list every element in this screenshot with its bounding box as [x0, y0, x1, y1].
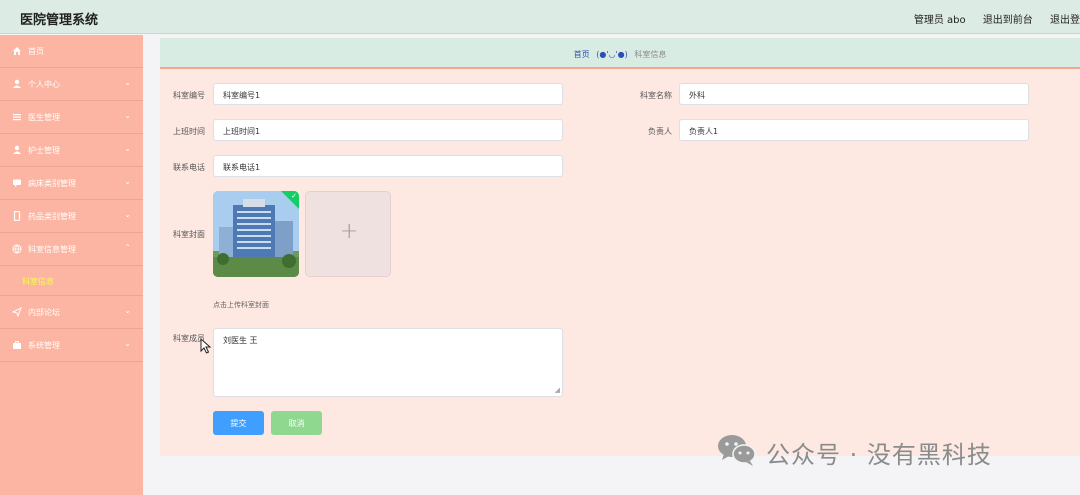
wechat-watermark: 公众号 · 没有黑科技	[716, 433, 991, 473]
plus-icon: +	[340, 219, 359, 244]
sidebar-subitem-dept-info[interactable]: 科室信息	[0, 266, 143, 296]
dept-no-input[interactable]: 科室编号1	[213, 83, 563, 105]
phone-label: 联系电话	[173, 163, 205, 172]
sidebar-item-home[interactable]: 首页	[0, 35, 143, 68]
sidebar-item-doctors[interactable]: 医生管理 ⌄	[0, 101, 143, 134]
watermark-text: 公众号 · 没有黑科技	[766, 441, 992, 469]
user-icon	[12, 79, 22, 89]
manager-input[interactable]: 负责人1	[679, 119, 1029, 141]
sidebar-item-nurses[interactable]: 护士管理 ⌄	[0, 134, 143, 167]
phone-input[interactable]: 联系电话1	[213, 155, 563, 177]
briefcase-icon	[12, 340, 22, 350]
resize-handle-icon[interactable]: ◢	[555, 386, 560, 394]
app-title: 医院管理系统	[20, 13, 99, 28]
sidebar-item-label: 首页	[28, 47, 44, 56]
chevron-down-icon: ⌄	[124, 111, 131, 120]
check-icon: ✓	[291, 192, 297, 200]
chevron-up-icon: ⌃	[124, 243, 131, 252]
members-textarea[interactable]: 刘医生 王 ◢	[213, 328, 563, 397]
sidebar-item-personal[interactable]: 个人中心 ⌄	[0, 68, 143, 101]
breadcrumb-current: 科室信息	[634, 50, 667, 59]
dept-name-label: 科室名称	[640, 91, 672, 100]
chevron-down-icon: ⌄	[124, 78, 131, 87]
upload-tip: 点击上传科室封面	[213, 301, 269, 309]
sidebar-item-label: 科室信息管理	[28, 245, 76, 254]
header-actions: 管理员 abo 退出到前台 退出登	[900, 11, 1080, 26]
chevron-down-icon: ⌄	[124, 306, 131, 315]
sidebar-item-dept-info[interactable]: 科室信息管理 ⌃	[0, 233, 143, 266]
sidebar: 首页 个人中心 ⌄ 医生管理 ⌄ 护士管理 ⌄ 病床类别管理 ⌄ 药品类别管理 …	[0, 35, 143, 495]
phone-icon	[12, 210, 22, 222]
cover-image-thumbnail[interactable]: ✓	[213, 191, 299, 277]
sidebar-item-label: 内部论坛	[28, 308, 60, 317]
chat-icon	[12, 178, 22, 188]
wechat-icon	[718, 435, 756, 466]
sidebar-item-label: 药品类别管理	[28, 212, 76, 221]
main-content: 首页 (●'◡'●) 科室信息 科室编号 科室编号1 科室名称 外科 上班时间 …	[160, 38, 1080, 456]
globe-icon	[12, 244, 22, 254]
sidebar-subitem-label: 科室信息	[22, 277, 54, 286]
chevron-down-icon: ⌄	[124, 144, 131, 153]
sidebar-item-system[interactable]: 系统管理 ⌄	[0, 329, 143, 362]
sidebar-item-label: 系统管理	[28, 341, 60, 350]
work-time-input[interactable]: 上班时间1	[213, 119, 563, 141]
breadcrumb: 首页 (●'◡'●) 科室信息	[160, 38, 1080, 69]
sidebar-item-label: 医生管理	[28, 113, 60, 122]
list-icon	[12, 112, 22, 122]
sidebar-item-label: 个人中心	[28, 80, 60, 89]
chevron-down-icon: ⌄	[124, 177, 131, 186]
sidebar-item-label: 护士管理	[28, 146, 60, 155]
sidebar-item-bed-category[interactable]: 病床类别管理 ⌄	[0, 167, 143, 200]
submit-button[interactable]: 提交	[213, 411, 264, 435]
work-time-label: 上班时间	[173, 127, 205, 136]
home-icon	[12, 46, 22, 56]
dept-name-input[interactable]: 外科	[679, 83, 1029, 105]
upload-add-button[interactable]: +	[305, 191, 391, 277]
sidebar-item-forum[interactable]: 内部论坛 ⌄	[0, 296, 143, 329]
user-icon	[12, 145, 22, 155]
dept-no-label: 科室编号	[173, 91, 205, 100]
manager-label: 负责人	[648, 127, 672, 136]
send-icon	[11, 306, 22, 318]
sidebar-item-label: 病床类别管理	[28, 179, 76, 188]
cover-label: 科室封面	[173, 230, 205, 239]
admin-name: 管理员 abo	[913, 15, 966, 26]
back-to-front-link[interactable]: 退出到前台	[983, 15, 1033, 26]
sidebar-item-drug-category[interactable]: 药品类别管理 ⌄	[0, 200, 143, 233]
breadcrumb-emoticon: (●'◡'●)	[596, 50, 628, 59]
breadcrumb-home[interactable]: 首页	[574, 50, 590, 59]
top-bar: 医院管理系统 管理员 abo 退出到前台 退出登	[0, 0, 1080, 34]
mouse-cursor-icon	[200, 338, 212, 354]
members-value: 刘医生 王	[223, 336, 258, 345]
logout-link[interactable]: 退出登	[1050, 15, 1080, 26]
chevron-down-icon: ⌄	[124, 339, 131, 348]
cancel-button[interactable]: 取消	[271, 411, 322, 435]
chevron-down-icon: ⌄	[124, 210, 131, 219]
